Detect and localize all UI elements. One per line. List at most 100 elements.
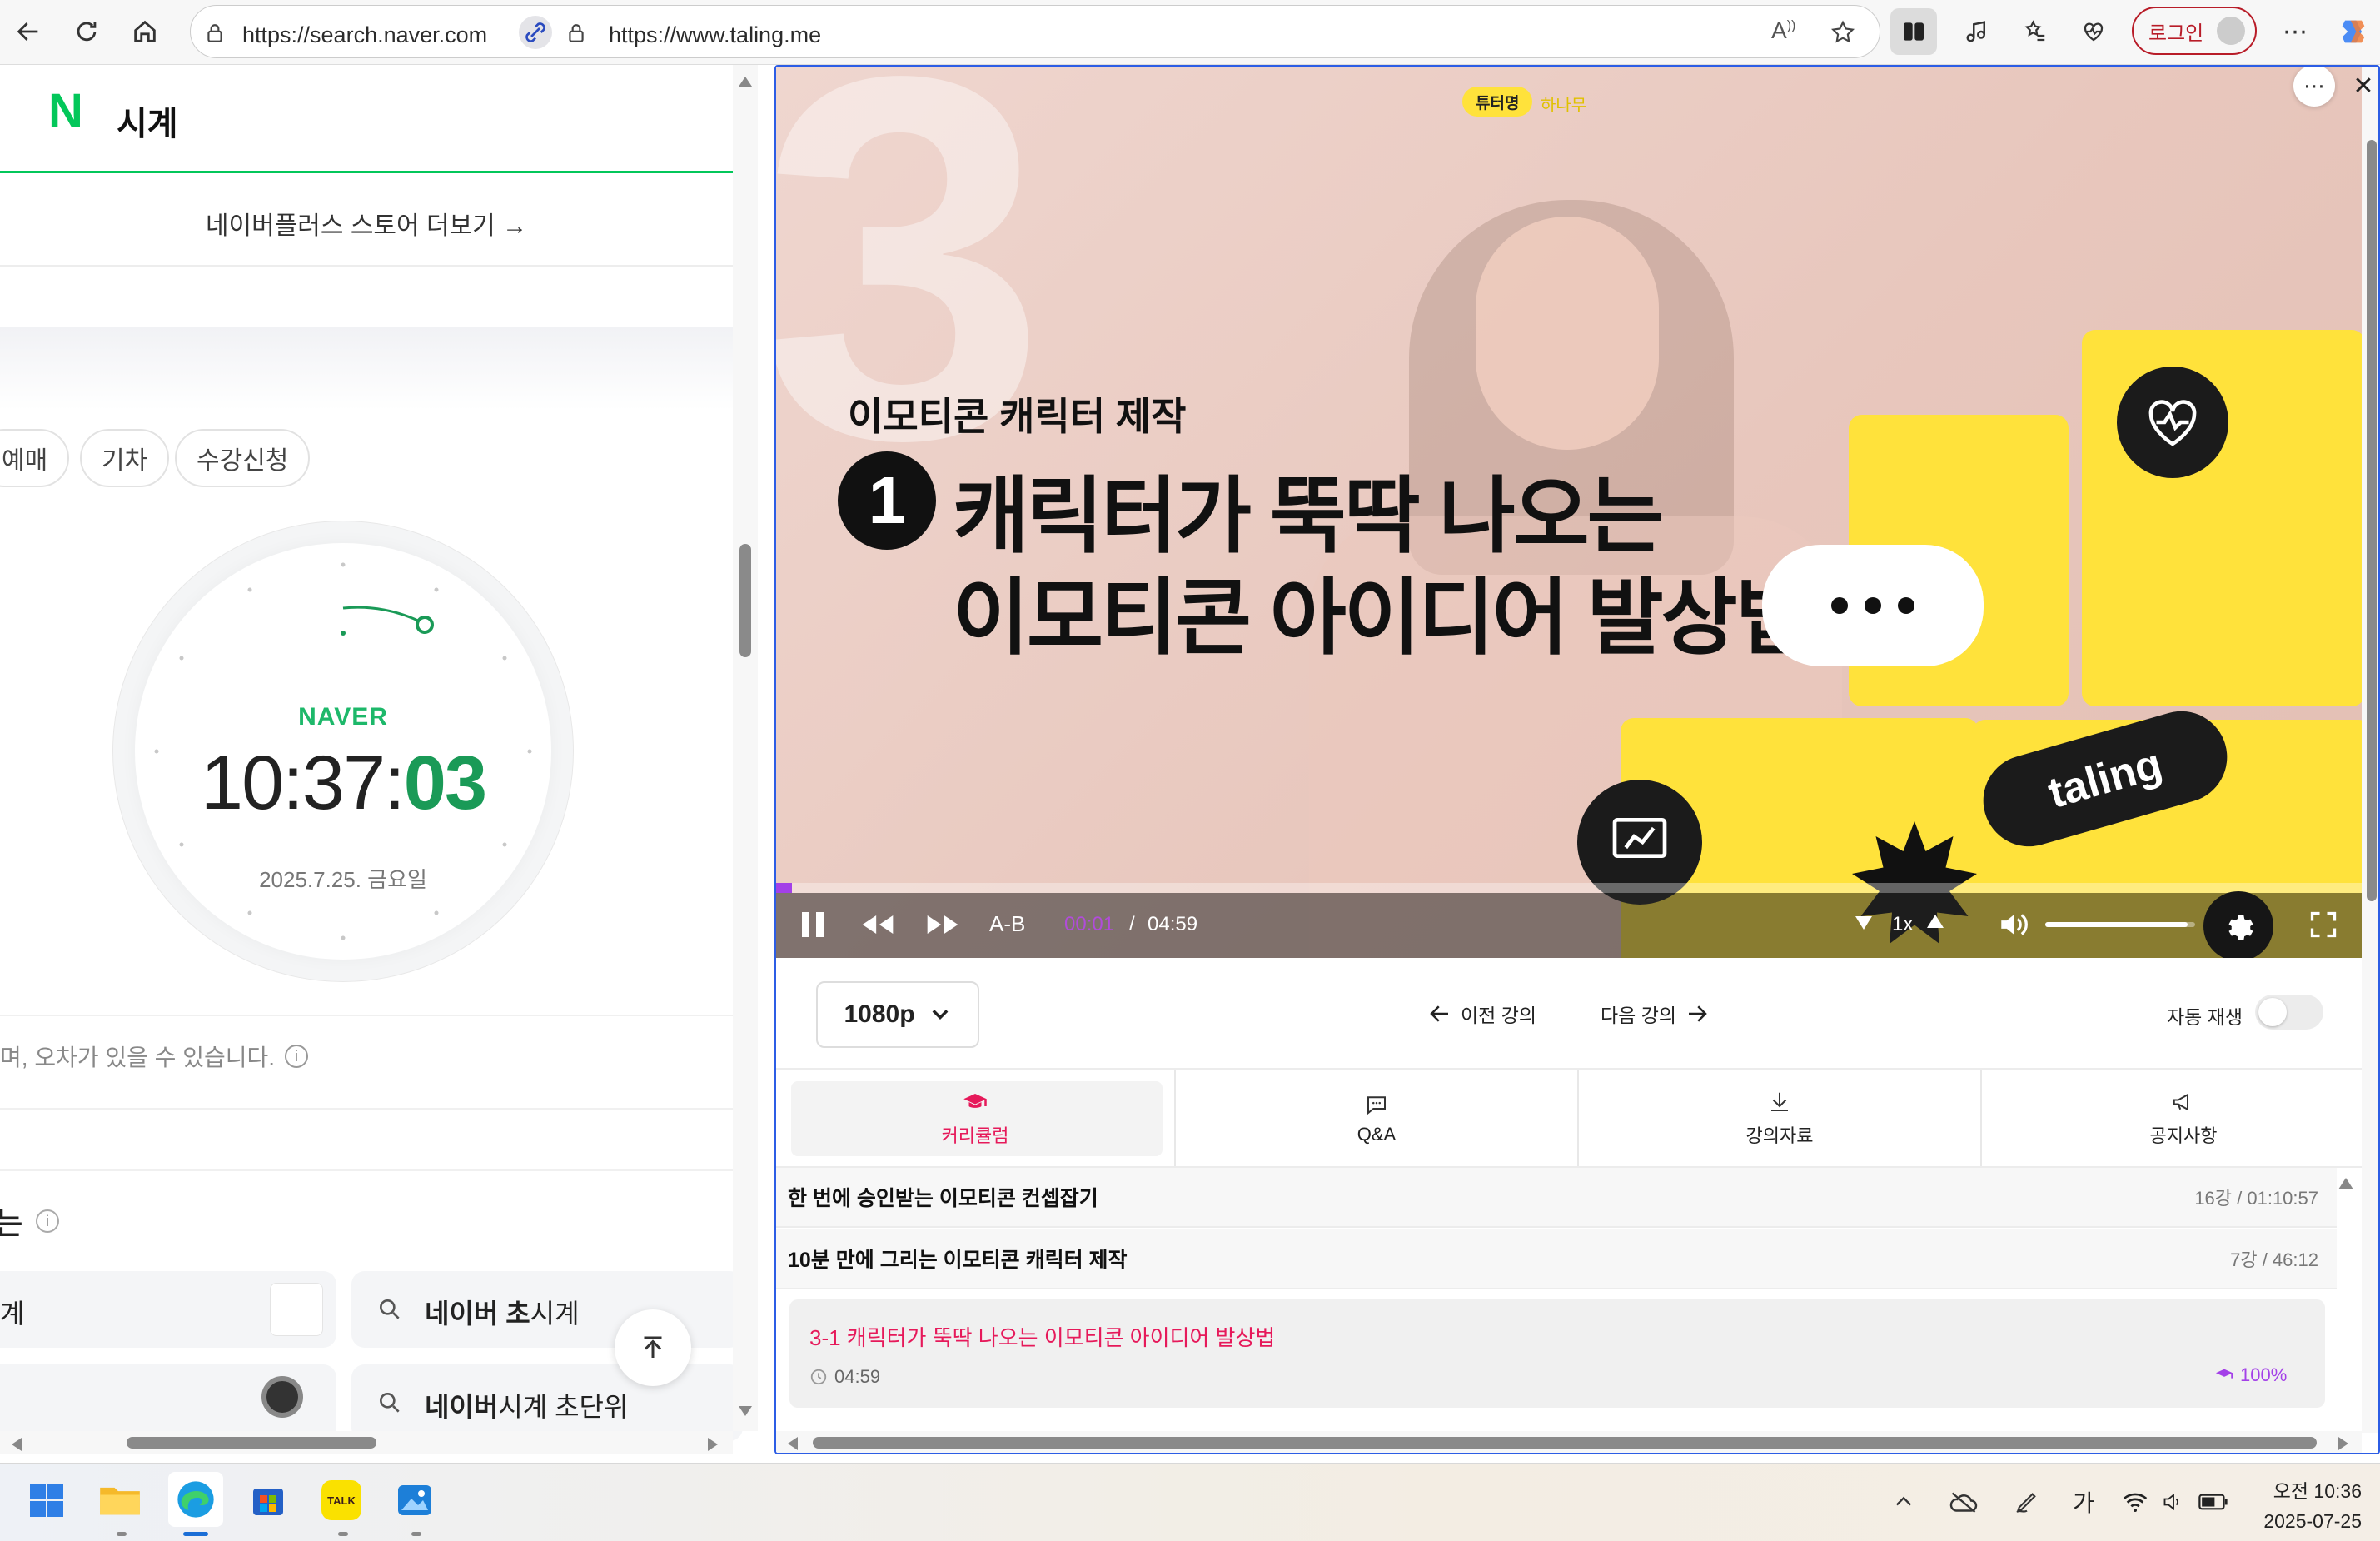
autoplay-toggle[interactable]	[2255, 995, 2323, 1030]
current-lesson-card[interactable]: 3-1 캐릭터가 뚝딱 나오는 이모티콘 아이디어 발상법 04:59 100%	[789, 1299, 2325, 1408]
chip-course-registration[interactable]: 수강신청	[175, 429, 311, 487]
scrollbar-thumb[interactable]	[813, 1437, 2317, 1449]
music-button[interactable]	[1957, 12, 1997, 52]
volume-icon[interactable]	[1997, 910, 2030, 940]
speed-up-button[interactable]	[1927, 915, 1944, 928]
copilot-button[interactable]	[2332, 10, 2375, 53]
progress-track[interactable]	[776, 883, 2362, 893]
graduation-cap-icon	[2215, 1369, 2233, 1379]
split-link-icon[interactable]	[519, 16, 552, 49]
onedrive-button[interactable]	[1944, 1482, 1984, 1522]
home-button[interactable]	[127, 13, 163, 50]
horizontal-scrollbar[interactable]	[776, 1431, 2362, 1453]
divider	[0, 265, 733, 267]
quality-select[interactable]: 1080p	[816, 981, 979, 1048]
lesson-duration-text: 04:59	[834, 1366, 881, 1387]
prev-lecture-button[interactable]: 이전 강의	[1427, 1000, 1536, 1028]
start-button[interactable]	[22, 1475, 72, 1525]
clock-date: 2025.7.25. 금요일	[259, 867, 427, 892]
wifi-button[interactable]	[2115, 1482, 2155, 1522]
store-more-link[interactable]: 네이버플러스 스토어 더보기 →	[0, 205, 733, 242]
scroll-right-arrow[interactable]	[2338, 1437, 2348, 1450]
chip-reservation[interactable]: 예매	[0, 429, 70, 487]
list-scroll-up-arrow[interactable]	[2338, 1178, 2353, 1189]
scroll-up-arrow[interactable]	[739, 77, 752, 87]
scrollbar-thumb[interactable]	[2367, 140, 2377, 901]
info-icon[interactable]: i	[285, 1045, 309, 1068]
clock-second: 03	[403, 741, 487, 825]
horizontal-scrollbar[interactable]	[0, 1431, 733, 1454]
scroll-left-arrow[interactable]	[788, 1437, 798, 1450]
toggle-knob	[2258, 998, 2287, 1026]
battery-button[interactable]	[2193, 1482, 2233, 1522]
scrollbar-thumb[interactable]	[127, 1437, 376, 1449]
edge-button[interactable]	[168, 1472, 223, 1527]
tab-curriculum[interactable]: 커리큘럼	[776, 1070, 1176, 1168]
tab-materials[interactable]: 강의자료	[1579, 1070, 1982, 1168]
pane-more-button[interactable]: ⋯	[2293, 67, 2335, 107]
vertical-scrollbar[interactable]	[2362, 67, 2378, 1433]
scroll-right-arrow[interactable]	[708, 1438, 718, 1451]
suggest-item[interactable]: 계	[0, 1271, 336, 1348]
taskbar-clock[interactable]: 오전 10:36 2025-07-25	[2253, 1475, 2362, 1533]
settings-button[interactable]	[2203, 891, 2273, 958]
search-icon	[380, 1299, 400, 1319]
left-url[interactable]: https://search.naver.com	[242, 22, 487, 48]
arrow-left-icon	[17, 22, 38, 41]
suggest-item[interactable]: 네이버시계 초단위	[351, 1364, 743, 1441]
volume-slider[interactable]	[2045, 922, 2195, 927]
graduation-cap-icon	[963, 1094, 987, 1108]
scrollbar-thumb[interactable]	[739, 544, 751, 657]
volume-tray-button[interactable]	[2153, 1482, 2193, 1522]
login-button[interactable]: 로그인	[2132, 7, 2257, 55]
tray-overflow-button[interactable]	[1884, 1482, 1924, 1522]
split-screen-button[interactable]	[1890, 8, 1937, 55]
scroll-top-button[interactable]	[615, 1309, 691, 1386]
scroll-down-arrow[interactable]	[739, 1406, 752, 1416]
file-explorer-button[interactable]	[95, 1475, 145, 1525]
favorites-button[interactable]	[2015, 12, 2055, 52]
address-bar[interactable]: https://search.naver.com https://www.tal…	[190, 5, 1880, 58]
store-button[interactable]	[243, 1475, 293, 1525]
time-separator: /	[1129, 913, 1135, 935]
scroll-left-arrow[interactable]	[12, 1438, 22, 1451]
chevron-down-icon	[932, 1010, 948, 1020]
ime-indicator[interactable]: 가	[2064, 1482, 2104, 1522]
split-screen-icon	[1904, 22, 1924, 41]
pane-close-button[interactable]: ✕	[2345, 67, 2378, 107]
taskbar: TALK 가 오전 10:36 2025-07-25	[0, 1463, 2380, 1541]
fast-forward-icon[interactable]	[924, 911, 961, 938]
favorite-star-icon[interactable]	[1830, 19, 1856, 46]
vertical-scrollbar[interactable]	[733, 65, 758, 1431]
kakaotalk-button[interactable]: TALK	[316, 1475, 366, 1525]
photos-button[interactable]	[390, 1475, 440, 1525]
related-heading: 는 i	[0, 1199, 60, 1243]
chapter-row[interactable]: 한 번에 승인받는 이모티콘 컨셉잡기 16강 / 01:10:57	[776, 1168, 2337, 1228]
chip-train[interactable]: 기차	[80, 429, 170, 487]
info-icon[interactable]: i	[36, 1209, 60, 1233]
chapter-row[interactable]: 10분 만에 그리는 이모티콘 캐릭터 제작 7강 / 46:12	[776, 1229, 2337, 1289]
pause-button[interactable]	[796, 908, 829, 941]
ab-repeat-button[interactable]: A-B	[989, 911, 1025, 937]
speech-bubble	[1762, 545, 1984, 666]
speed-down-button[interactable]	[1855, 916, 1872, 930]
refresh-button[interactable]	[68, 13, 105, 50]
pen-icon	[2016, 1493, 2036, 1513]
back-button[interactable]	[10, 13, 47, 50]
rewind-icon[interactable]	[859, 911, 896, 938]
read-aloud-icon[interactable]: A))	[1771, 17, 1795, 44]
suggest-item[interactable]	[0, 1364, 336, 1441]
tab-qna[interactable]: Q&A	[1176, 1070, 1579, 1168]
naver-logo[interactable]: N	[48, 83, 83, 139]
health-button[interactable]	[2074, 12, 2114, 52]
chapter-title: 한 번에 승인받는 이모티콘 컨셉잡기	[788, 1187, 1098, 1210]
tab-label: 커리큘럼	[941, 1125, 1009, 1146]
tab-notice[interactable]: 공지사항	[1982, 1070, 2378, 1168]
music-note-icon	[1966, 21, 1985, 42]
more-menu-button[interactable]: ⋯	[2275, 12, 2315, 52]
video-player[interactable]: 3 튜터명 하나무 이모티콘 캐릭터 제작 1 캐릭터가 뚝딱 나오는 이모티콘…	[776, 67, 2362, 958]
right-url[interactable]: https://www.taling.me	[609, 22, 821, 48]
pen-button[interactable]	[2007, 1482, 2047, 1522]
next-lecture-button[interactable]: 다음 강의	[1601, 1000, 1710, 1028]
fullscreen-icon[interactable]	[2308, 910, 2338, 940]
